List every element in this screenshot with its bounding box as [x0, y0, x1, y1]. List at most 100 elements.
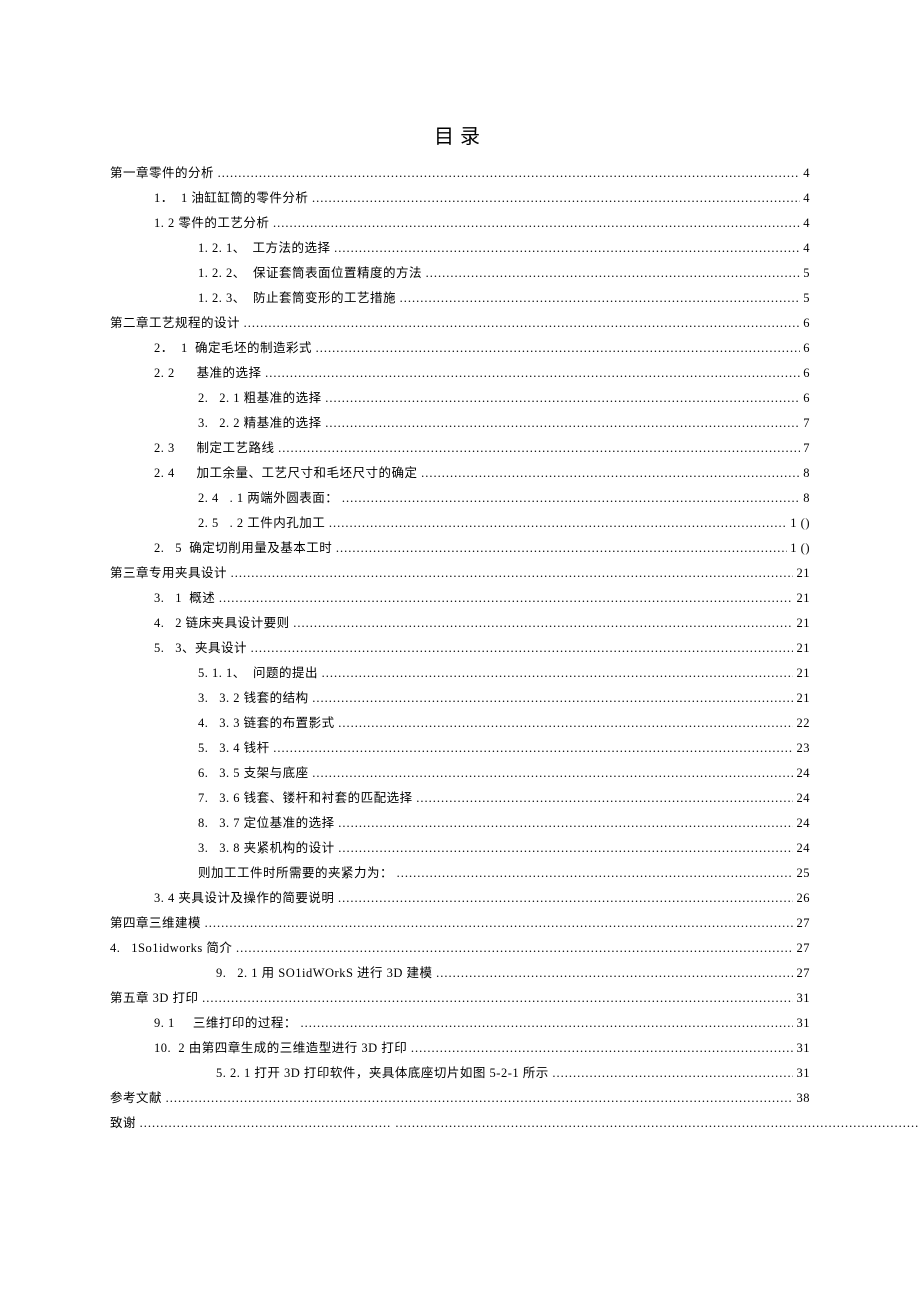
toc-entry: 则加工工件时所需要的夹紧力为： 25 — [110, 861, 810, 886]
toc-entry: 参考文献 38 — [110, 1086, 810, 1111]
toc-entry-page: 5 — [800, 261, 810, 286]
toc-entry: 2. 4 . 1 两端外圆表面： 8 — [110, 486, 810, 511]
toc-entry: 6. 3. 5 支架与底座 24 — [110, 761, 810, 786]
toc-entry-label: 3. 3. 8 夹紧机构的设计 — [198, 836, 338, 861]
toc-entry-page: 31 — [793, 1011, 810, 1036]
toc-entry-page: 31 — [793, 986, 810, 1011]
toc-entry-label: 2. 2. 1 粗基准的选择 — [198, 386, 325, 411]
toc-entry-label: 9. 1 三维打印的过程： — [154, 1011, 301, 1036]
toc-entry: 3. 3. 8 夹紧机构的设计 24 — [110, 836, 810, 861]
toc-entry: 致谢 .....................................… — [110, 1111, 810, 1136]
toc-entry-page: 6 — [800, 386, 810, 411]
toc-entry: 4. 3. 3 链套的布置影式 22 — [110, 711, 810, 736]
toc-entry-page: 4 — [800, 236, 810, 261]
toc-entry-label: 2. 2 基准的选择 — [154, 361, 265, 386]
toc-entry-label: 3. 1 概述 — [154, 586, 219, 611]
toc-entry-label: 9. 2. 1 用 SO1idWOrkS 进行 3D 建模 — [216, 961, 436, 986]
toc-entry-label: 第一章零件的分析 — [110, 161, 218, 186]
toc-entry-page: 1 () — [787, 536, 810, 561]
toc-dots — [293, 611, 793, 636]
toc-entry: 第四章三维建模 27 — [110, 911, 810, 936]
toc-entry-page: 24 — [793, 836, 810, 861]
toc-entry-page: 21 — [793, 561, 810, 586]
toc-entry-label: 2. 4 . 1 两端外圆表面： — [198, 486, 342, 511]
toc-entry-page: 27 — [793, 911, 810, 936]
toc-entry-page: 8 — [800, 486, 810, 511]
toc-entry-label: 4. 3. 3 链套的布置影式 — [198, 711, 338, 736]
toc-dots — [338, 811, 793, 836]
toc-entry-page: 27 — [793, 936, 810, 961]
toc-entry: 9. 1 三维打印的过程： 31 — [110, 1011, 810, 1036]
toc-entry: 2. 2 基准的选择 6 — [110, 361, 810, 386]
toc-entry-label: 2. 3 制定工艺路线 — [154, 436, 278, 461]
toc-entry-label: 2. 5 确定切削用量及基本工时 — [154, 536, 336, 561]
toc-dots — [338, 711, 793, 736]
toc-dots — [231, 561, 793, 586]
toc-entry-label: 10. 2 由第四章生成的三维造型进行 3D 打印 — [154, 1036, 411, 1061]
toc-dots — [244, 311, 800, 336]
toc-entry: 2. 5 确定切削用量及基本工时 1 () — [110, 536, 810, 561]
toc-dots — [329, 511, 787, 536]
toc-entry-page: 31 — [793, 1061, 810, 1086]
toc-entry-label: 3. 2. 2 精基准的选择 — [198, 411, 325, 436]
toc-entry-page: 6 — [800, 336, 810, 361]
toc-entry: 5. 2. 1 打开 3D 打印软件，夹具体底座切片如图 5-2-1 所示 31 — [110, 1061, 810, 1086]
toc-entry-label: 2． 1 确定毛坯的制造彩式 — [154, 336, 316, 361]
toc-entry: 5. 1. 1、 问题的提出 21 — [110, 661, 810, 686]
toc-dots — [552, 1061, 793, 1086]
toc-dots — [336, 536, 787, 561]
toc-entry: 1. 2. 3、 防止套筒变形的工艺措施 5 — [110, 286, 810, 311]
toc-entry-label: 4. 2 链床夹具设计要则 — [154, 611, 293, 636]
toc-entry-page: 24 — [793, 811, 810, 836]
toc-entry-label: 2. 4 加工余量、工艺尺寸和毛坯尺寸的确定 — [154, 461, 421, 486]
toc-dots: ........................................… — [140, 1111, 920, 1136]
toc-dots — [273, 211, 800, 236]
toc-entry-page: 26 — [793, 886, 810, 911]
toc-entry-label: 8. 3. 7 定位基准的选择 — [198, 811, 338, 836]
toc-entry-label: 5. 3、夹具设计 — [154, 636, 251, 661]
toc-entry-label: 5. 3. 4 钱杆 — [198, 736, 273, 761]
toc-entry-page: 1 () — [787, 511, 810, 536]
toc-entry: 第三章专用夹具设计 21 — [110, 561, 810, 586]
toc-entry: 2. 3 制定工艺路线 7 — [110, 436, 810, 461]
toc-entry-label: 则加工工件时所需要的夹紧力为： — [198, 861, 397, 886]
toc-dots — [265, 361, 799, 386]
toc-entry: 2. 5 . 2 工件内孔加工 1 () — [110, 511, 810, 536]
toc-entry-label: 第五章 3D 打印 — [110, 986, 202, 1011]
toc-entry: 10. 2 由第四章生成的三维造型进行 3D 打印 31 — [110, 1036, 810, 1061]
toc-entry-label: 参考文献 — [110, 1086, 166, 1111]
toc-dots — [322, 661, 793, 686]
toc-entry-label: 3. 4 夹具设计及操作的简要说明 — [154, 886, 338, 911]
toc-entry-page: 21 — [793, 686, 810, 711]
toc-entry: 1. 2. 2、 保证套筒表面位置精度的方法 5 — [110, 261, 810, 286]
toc-entry-page: 22 — [793, 711, 810, 736]
toc-entry-label: 致谢 — [110, 1111, 140, 1136]
toc-dots — [421, 461, 799, 486]
toc-entry-page: 6 — [800, 311, 810, 336]
toc-dots — [278, 436, 799, 461]
toc-entry-page: 27 — [793, 961, 810, 986]
toc-entry-label: 第二章工艺规程的设计 — [110, 311, 244, 336]
toc-dots — [301, 1011, 793, 1036]
toc-dots — [325, 411, 799, 436]
toc-entry: 5. 3. 4 钱杆 23 — [110, 736, 810, 761]
toc-entry-label: 3. 3. 2 钱套的结构 — [198, 686, 312, 711]
toc-entry: 第一章零件的分析 4 — [110, 161, 810, 186]
toc-dots — [338, 886, 793, 911]
toc-entry: 1. 2 零件的工艺分析 4 — [110, 211, 810, 236]
toc-entry-label: 5. 2. 1 打开 3D 打印软件，夹具体底座切片如图 5-2-1 所示 — [216, 1061, 552, 1086]
toc-dots — [342, 486, 800, 511]
toc-list: 第一章零件的分析 41． 1 油缸缸筒的零件分析 41. 2 零件的工艺分析 4… — [110, 161, 810, 1136]
toc-entry-page: 21 — [793, 661, 810, 686]
toc-entry-page: 24 — [793, 761, 810, 786]
toc-dots — [426, 261, 800, 286]
toc-entry-page: 23 — [793, 736, 810, 761]
toc-dots — [202, 986, 793, 1011]
toc-entry: 8. 3. 7 定位基准的选择 24 — [110, 811, 810, 836]
toc-entry-label: 2. 5 . 2 工件内孔加工 — [198, 511, 329, 536]
toc-entry-page: 21 — [793, 586, 810, 611]
toc-entry-label: 1. 2. 1、 工方法的选择 — [198, 236, 334, 261]
toc-dots — [312, 686, 793, 711]
toc-entry-label: 1. 2 零件的工艺分析 — [154, 211, 273, 236]
toc-entry-page: 38 — [793, 1086, 810, 1111]
